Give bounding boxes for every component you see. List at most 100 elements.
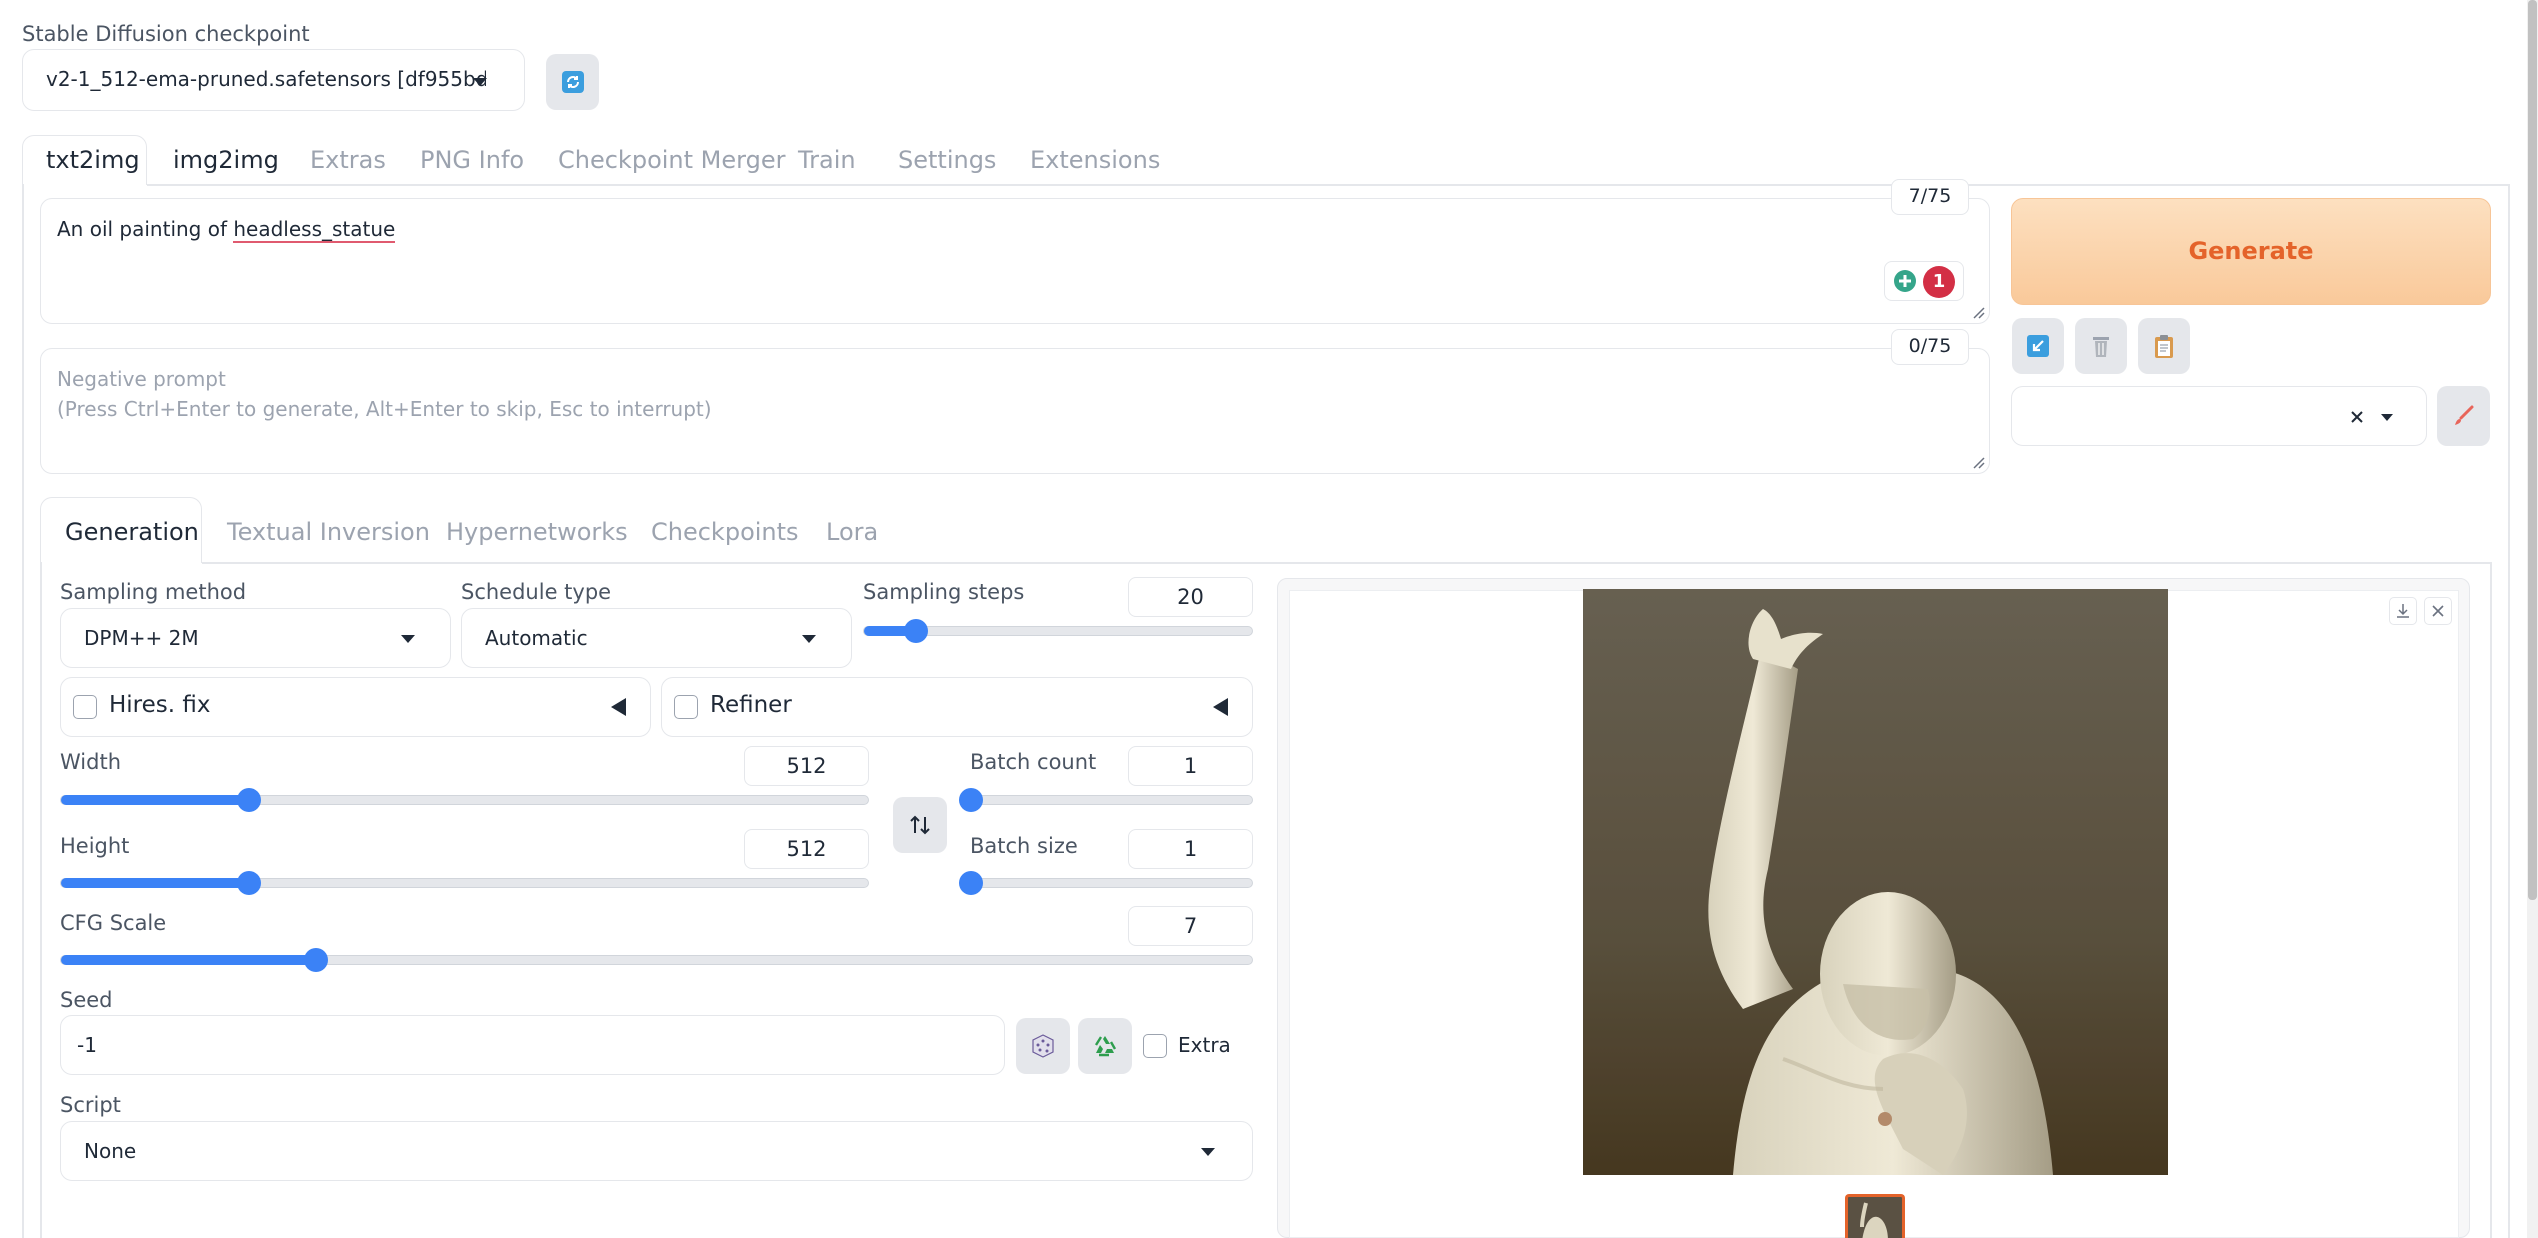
refiner-accordion[interactable]: Refiner [661,677,1253,737]
sampling-steps-slider[interactable] [863,619,1253,643]
batch-count-input[interactable]: 1 [1128,746,1253,786]
sampling-method-value: DPM++ 2M [84,626,199,650]
panel-right-border [2508,184,2510,1238]
schedule-type-dropdown[interactable]: Automatic [461,608,852,668]
refiner-checkbox[interactable] [674,695,698,719]
sampling-steps-input[interactable]: 20 [1128,577,1253,617]
extra-seed-checkbox[interactable] [1143,1034,1167,1058]
styles-dropdown[interactable] [2011,386,2427,446]
resize-handle-icon[interactable] [1971,455,1985,469]
edit-styles-button[interactable] [2437,386,2490,446]
lightbulb-plus-icon [1894,270,1916,292]
thumbnail-image [1860,1202,1888,1238]
tab-png-info[interactable]: PNG Info [420,146,524,174]
slider-fill [61,878,250,888]
batch-size-input[interactable]: 1 [1128,829,1253,869]
prompt-textarea[interactable]: An oil painting of headless_statue 1 [40,198,1990,324]
download-button[interactable] [2389,597,2417,625]
slider-handle[interactable] [959,788,983,812]
checkpoint-value: v2-1_512-ema-pruned.safetensors [df955bd… [46,67,486,91]
chevron-down-icon [802,635,816,643]
swap-dimensions-button[interactable] [893,797,947,853]
tab-extras[interactable]: Extras [310,146,386,174]
subtab-divider [202,562,2490,564]
height-input[interactable]: 512 [744,829,869,869]
chevron-down-icon [401,635,415,643]
slider-handle[interactable] [959,871,983,895]
tab-txt2img[interactable]: txt2img [46,146,140,174]
extra-seed-label: Extra [1178,1033,1231,1057]
negative-prompt-placeholder-2: (Press Ctrl+Enter to generate, Alt+Enter… [57,397,712,421]
collapse-arrow-icon [1213,698,1228,716]
random-seed-button[interactable] [1016,1018,1070,1074]
generated-image[interactable] [1583,589,2168,1175]
tab-train[interactable]: Train [798,146,856,174]
negative-prompt-placeholder-1: Negative prompt [57,367,226,391]
cfg-scale-slider[interactable] [60,948,1253,972]
refresh-icon [561,71,584,93]
tab-checkpoint-merger[interactable]: Checkpoint Merger [558,146,785,174]
batch-count-slider[interactable] [959,788,1253,812]
tab-generation[interactable]: Generation [65,518,199,546]
slider-handle[interactable] [237,871,262,895]
collapse-arrow-icon [611,698,626,716]
panel-left-border [22,184,24,1238]
tab-checkpoints[interactable]: Checkpoints [651,518,799,546]
generate-button[interactable]: Generate [2011,198,2491,305]
sampling-method-label: Sampling method [60,580,247,604]
batch-count-label: Batch count [970,750,1097,774]
sampling-method-dropdown[interactable]: DPM++ 2M [60,608,451,668]
checkpoint-dropdown[interactable]: v2-1_512-ema-pruned.safetensors [df955bd… [22,49,525,111]
chevron-down-icon [473,78,487,86]
prompt-extension-badge[interactable]: 1 [1884,261,1964,301]
tab-settings[interactable]: Settings [898,146,996,174]
paste-style-button[interactable] [2138,318,2190,374]
chevron-down-icon [2381,414,2393,421]
swap-arrows-icon [910,815,930,835]
gallery-thumbnail[interactable] [1845,1194,1905,1238]
height-slider[interactable] [60,871,869,895]
hires-fix-checkbox[interactable] [73,695,97,719]
cfg-scale-label: CFG Scale [60,911,167,935]
reuse-seed-button[interactable] [1078,1018,1132,1074]
refresh-checkpoint-button[interactable] [546,54,599,110]
tab-divider [147,184,2508,186]
slider-handle[interactable] [903,619,928,643]
cfg-scale-input[interactable]: 7 [1128,906,1253,946]
schedule-type-value: Automatic [485,626,588,650]
slider-fill [61,795,250,805]
page-scrollbar[interactable] [2527,0,2538,1238]
tab-img2img[interactable]: img2img [173,146,279,174]
batch-size-slider[interactable] [959,871,1253,895]
negative-prompt-textarea[interactable]: Negative prompt (Press Ctrl+Enter to gen… [40,348,1990,474]
clipboard-icon [2155,335,2173,358]
read-params-button[interactable] [2012,318,2064,374]
sampling-steps-label: Sampling steps [863,580,1025,604]
chevron-down-icon [1201,1148,1215,1156]
close-icon [2432,605,2444,617]
width-input[interactable]: 512 [744,746,869,786]
subpanel-right-border [2490,562,2492,1238]
script-value: None [84,1139,137,1163]
tab-lora[interactable]: Lora [826,518,878,546]
negative-token-counter: 0/75 [1891,329,1969,365]
clear-icon[interactable] [2349,409,2365,425]
width-slider[interactable] [60,788,869,812]
hires-fix-accordion[interactable]: Hires. fix [60,677,651,737]
slider-handle[interactable] [303,948,328,972]
prompt-token-counter: 7/75 [1891,179,1969,215]
tab-extensions[interactable]: Extensions [1030,146,1160,174]
schedule-type-label: Schedule type [461,580,612,604]
resize-handle-icon[interactable] [1971,305,1985,319]
tab-hypernetworks[interactable]: Hypernetworks [446,518,628,546]
close-gallery-button[interactable] [2424,597,2452,625]
seed-input[interactable]: -1 [60,1015,1005,1075]
dice-icon [1032,1034,1054,1058]
checkpoint-label: Stable Diffusion checkpoint [22,22,310,46]
script-dropdown[interactable]: None [60,1121,1253,1181]
clear-prompt-button[interactable] [2075,318,2127,374]
slider-handle[interactable] [237,788,262,812]
tab-textual-inversion[interactable]: Textual Inversion [227,518,430,546]
scrollbar-thumb[interactable] [2528,0,2537,900]
error-count-badge: 1 [1923,266,1955,298]
